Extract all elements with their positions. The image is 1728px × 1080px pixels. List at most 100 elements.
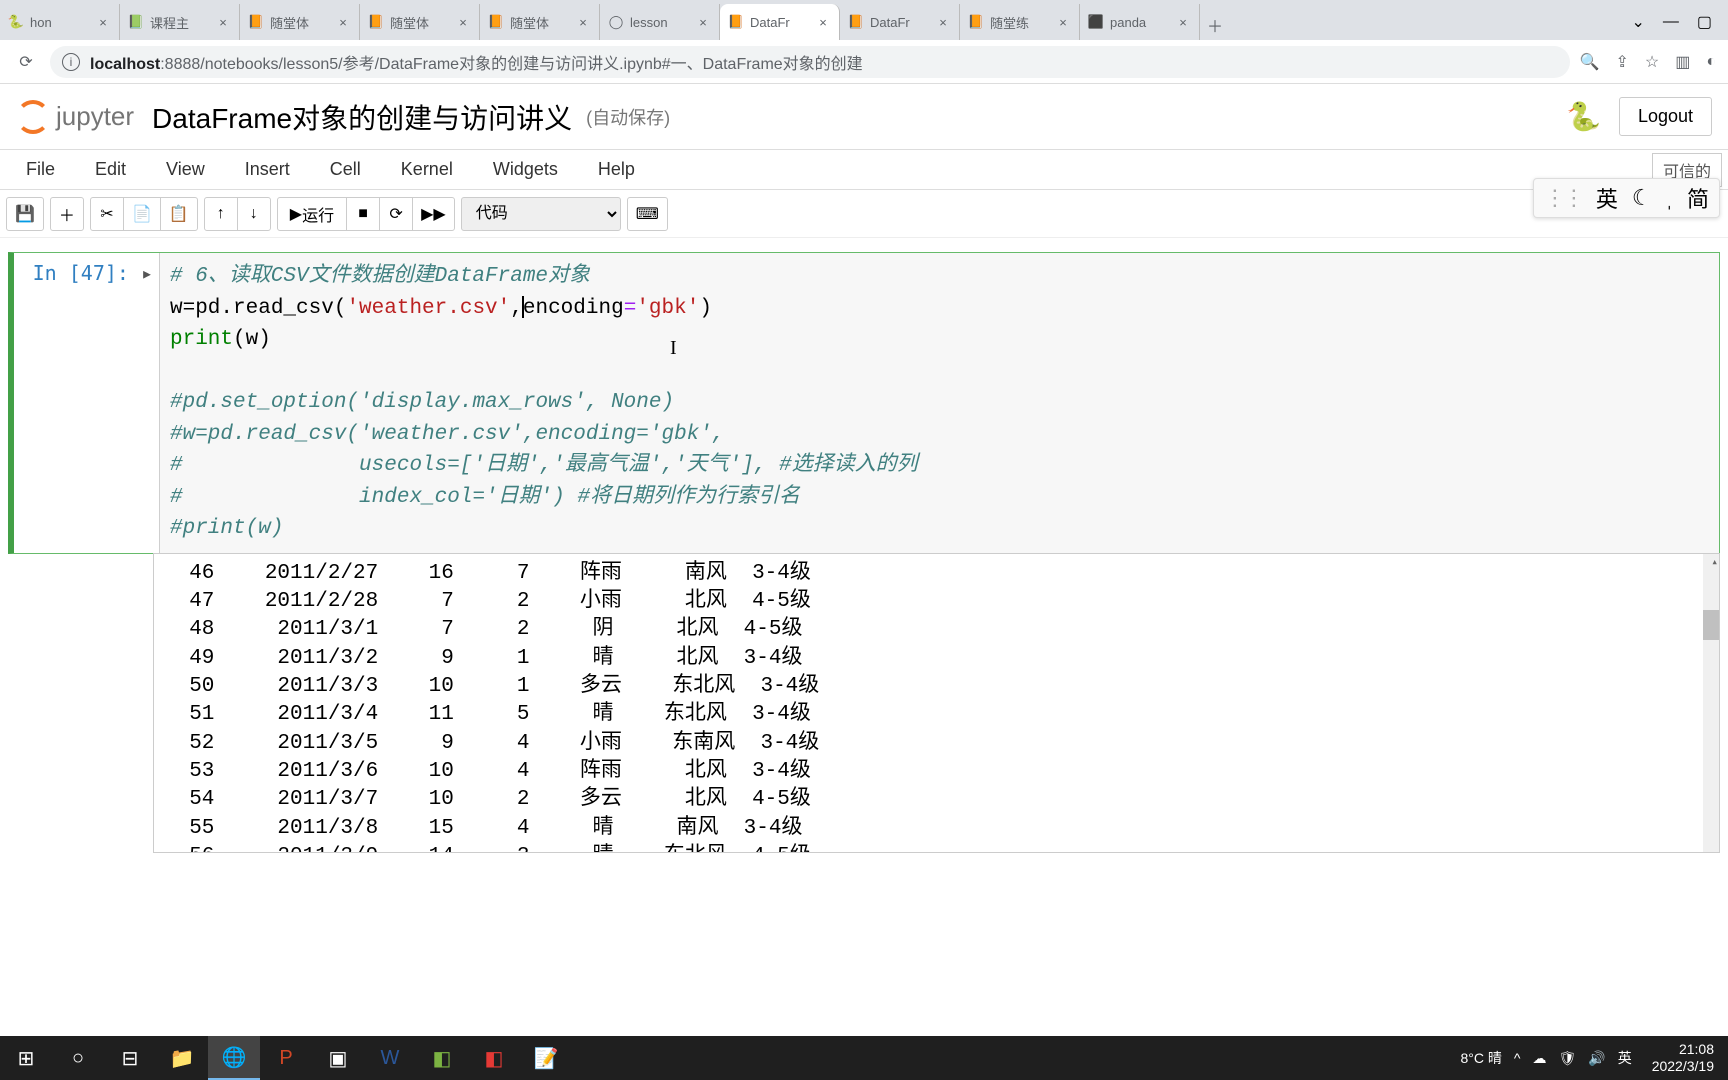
- browser-tab[interactable]: 📗课程主×: [120, 4, 240, 40]
- run-button[interactable]: ▶ 运行: [277, 197, 347, 231]
- browser-tab[interactable]: 📙随堂体×: [480, 4, 600, 40]
- weather-widget[interactable]: 8°C 晴: [1461, 1048, 1502, 1068]
- search-button[interactable]: ○: [52, 1036, 104, 1080]
- sidepanel-icon[interactable]: ▥: [1675, 52, 1690, 72]
- minimize-icon[interactable]: —: [1663, 13, 1679, 31]
- ime-moon-icon[interactable]: ☾: [1632, 185, 1652, 211]
- menu-view[interactable]: View: [146, 153, 225, 186]
- site-info-icon[interactable]: i: [62, 53, 80, 71]
- task-view-button[interactable]: ⊟: [104, 1036, 156, 1080]
- ime-drag-handle[interactable]: ⋮⋮: [1544, 185, 1582, 211]
- maximize-icon[interactable]: ▢: [1697, 12, 1712, 32]
- code-input[interactable]: # 6、读取CSV文件数据创建DataFrame对象 w=pd.read_csv…: [159, 253, 1719, 553]
- url-input[interactable]: i localhost:8888/notebooks/lesson5/参考/Da…: [50, 46, 1570, 78]
- tab-close-icon[interactable]: ×: [815, 14, 831, 30]
- move-down-button[interactable]: ↓: [237, 197, 271, 231]
- menu-widgets[interactable]: Widgets: [473, 153, 578, 186]
- menu-kernel[interactable]: Kernel: [381, 153, 473, 186]
- output-scrollbar[interactable]: ▴: [1703, 554, 1719, 852]
- menu-help[interactable]: Help: [578, 153, 655, 186]
- menu-cell[interactable]: Cell: [310, 153, 381, 186]
- tray-expand-icon[interactable]: ^: [1514, 1050, 1521, 1066]
- app-icon-green1[interactable]: ◧: [416, 1036, 468, 1080]
- paste-button[interactable]: 📋: [160, 197, 198, 231]
- onedrive-icon[interactable]: ☁: [1532, 1050, 1546, 1067]
- share-icon[interactable]: ⇪: [1615, 52, 1628, 72]
- restart-run-all-button[interactable]: ▶▶: [412, 197, 455, 231]
- tab-close-icon[interactable]: ×: [455, 14, 471, 30]
- bookmark-icon[interactable]: ☆: [1645, 52, 1659, 72]
- collapser-icon[interactable]: ▸: [141, 261, 153, 285]
- ime-indicator[interactable]: 英: [1618, 1048, 1632, 1068]
- zoom-icon[interactable]: 🔍: [1580, 52, 1600, 72]
- jupyter-logo[interactable]: jupyter: [16, 100, 134, 134]
- ime-lang[interactable]: 英: [1596, 182, 1618, 214]
- tab-title: DataFr: [750, 15, 815, 30]
- menu-edit[interactable]: Edit: [75, 153, 146, 186]
- scroll-up-icon[interactable]: ▴: [1711, 556, 1718, 571]
- start-button[interactable]: ⊞: [0, 1036, 52, 1080]
- tab-title: 随堂练: [990, 13, 1055, 32]
- tab-title: 随堂体: [270, 13, 335, 32]
- app-icon-red[interactable]: ◧: [468, 1036, 520, 1080]
- scrollbar-thumb[interactable]: [1703, 610, 1719, 640]
- copy-button[interactable]: 📄: [123, 197, 161, 231]
- tab-search-icon[interactable]: ⌄: [1631, 12, 1644, 32]
- terminal-icon[interactable]: ▣: [312, 1036, 364, 1080]
- move-up-button[interactable]: ↑: [204, 197, 238, 231]
- ime-punct[interactable]: ˌ: [1666, 185, 1673, 211]
- command-palette-button[interactable]: ⌨: [627, 197, 668, 231]
- url-path: :8888/notebooks/lesson5/参考/DataFrame对象的创…: [160, 56, 862, 73]
- browser-tab[interactable]: 🐍hon×: [0, 4, 120, 40]
- tab-favicon: 📙: [728, 14, 744, 30]
- save-button[interactable]: 💾: [6, 197, 44, 231]
- browser-tab[interactable]: ⬛panda×: [1080, 4, 1200, 40]
- tab-title: lesson: [630, 15, 695, 30]
- browser-tab[interactable]: 📙DataFr×: [840, 4, 960, 40]
- code-cell[interactable]: In [47]:▸ # 6、读取CSV文件数据创建DataFrame对象 w=p…: [8, 252, 1720, 554]
- notebook-title[interactable]: DataFrame对象的创建与访问讲义: [152, 97, 572, 137]
- output-text[interactable]: 46 2011/2/27 16 7 阵雨 南风 3-4级 47 2011/2/2…: [153, 553, 1720, 853]
- tab-close-icon[interactable]: ×: [575, 14, 591, 30]
- logout-button[interactable]: Logout: [1619, 97, 1712, 136]
- cut-button[interactable]: ✂: [90, 197, 124, 231]
- notepad-icon[interactable]: 📝: [520, 1036, 572, 1080]
- clock[interactable]: 21:08 2022/3/19: [1644, 1041, 1722, 1075]
- browser-tab-bar: 🐍hon×📗课程主×📙随堂体×📙随堂体×📙随堂体×◯lesson×📙DataFr…: [0, 0, 1728, 40]
- tab-close-icon[interactable]: ×: [215, 14, 231, 30]
- jupyter-logo-text: jupyter: [56, 101, 134, 132]
- window-controls: ⌄ — ▢: [1615, 4, 1728, 40]
- volume-icon[interactable]: 🔊: [1588, 1050, 1605, 1067]
- browser-tab[interactable]: 📙 随堂体×: [360, 4, 480, 40]
- powerpoint-icon[interactable]: P: [260, 1036, 312, 1080]
- cell-prompt: In [47]:▸: [14, 253, 159, 553]
- new-tab-button[interactable]: ＋: [1200, 10, 1230, 40]
- menu-file[interactable]: File: [6, 153, 75, 186]
- file-explorer-icon[interactable]: 📁: [156, 1036, 208, 1080]
- word-icon[interactable]: W: [364, 1036, 416, 1080]
- security-icon[interactable]: 🛡: [1558, 1050, 1576, 1067]
- chrome-icon[interactable]: 🌐: [208, 1036, 260, 1080]
- reload-button[interactable]: ⟳: [12, 48, 40, 76]
- tab-favicon: 📙: [368, 14, 384, 30]
- tab-title: 随堂体: [390, 13, 455, 32]
- interrupt-button[interactable]: ■: [346, 197, 380, 231]
- browser-tab[interactable]: 📙随堂练×: [960, 4, 1080, 40]
- restart-button[interactable]: ⟳: [379, 197, 413, 231]
- tab-close-icon[interactable]: ×: [335, 14, 351, 30]
- tab-close-icon[interactable]: ×: [95, 14, 111, 30]
- tab-close-icon[interactable]: ×: [935, 14, 951, 30]
- browser-tab[interactable]: 📙随堂体×: [240, 4, 360, 40]
- profile-icon[interactable]: ◐: [1706, 53, 1716, 71]
- tab-close-icon[interactable]: ×: [1175, 14, 1191, 30]
- menu-insert[interactable]: Insert: [225, 153, 310, 186]
- menubar: FileEditViewInsertCellKernelWidgetsHelp …: [0, 150, 1728, 190]
- insert-cell-button[interactable]: ＋: [50, 197, 84, 231]
- tab-close-icon[interactable]: ×: [1055, 14, 1071, 30]
- ime-mode[interactable]: 简: [1687, 182, 1709, 214]
- celltype-select[interactable]: 代码: [461, 197, 621, 231]
- browser-tab[interactable]: ◯lesson×: [600, 4, 720, 40]
- tab-close-icon[interactable]: ×: [695, 14, 711, 30]
- ime-toolbar[interactable]: ⋮⋮ 英 ☾ ˌ 简: [1533, 178, 1720, 218]
- browser-tab[interactable]: 📙 DataFr×: [720, 4, 840, 40]
